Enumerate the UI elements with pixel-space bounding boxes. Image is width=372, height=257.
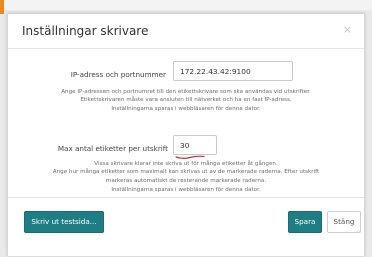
dialog-footer: Skriv ut testsida... Spara Stäng	[8, 197, 364, 257]
max-help-line-3: markeras automatiskt de resterande marke…	[105, 178, 267, 184]
ip-help-line-2: Etikettskrivaren måste vara ansluten til…	[80, 97, 292, 103]
top-accent-bar	[0, 0, 4, 14]
dialog-title: Inställningar skrivare	[22, 24, 149, 38]
print-test-page-button[interactable]: Skriv ut testsida...	[24, 211, 104, 233]
close-icon[interactable]: ×	[343, 23, 352, 36]
max-help-line-2: Ange hur många etiketter som maximalt ka…	[52, 169, 320, 175]
save-button[interactable]: Spara	[288, 211, 322, 233]
max-labels-input[interactable]: 30	[173, 135, 217, 155]
printer-settings-dialog: Inställningar skrivare × IP-adress och p…	[7, 13, 365, 256]
ip-address-input[interactable]: 172.22.43.42:9100	[173, 61, 293, 81]
close-button[interactable]: Stäng	[327, 211, 361, 233]
dialog-header: Inställningar skrivare ×	[8, 14, 364, 49]
max-labels-label: Max antal etiketter per utskrift	[57, 144, 168, 153]
window-top-edge	[0, 0, 372, 10]
ip-help-line-3: Inställningarna sparas i webbläsaren för…	[111, 106, 261, 112]
ip-address-label: IP-adress och portnummer	[70, 70, 166, 79]
max-help-line-4: Inställningarna sparas i webbläsaren för…	[111, 187, 261, 193]
